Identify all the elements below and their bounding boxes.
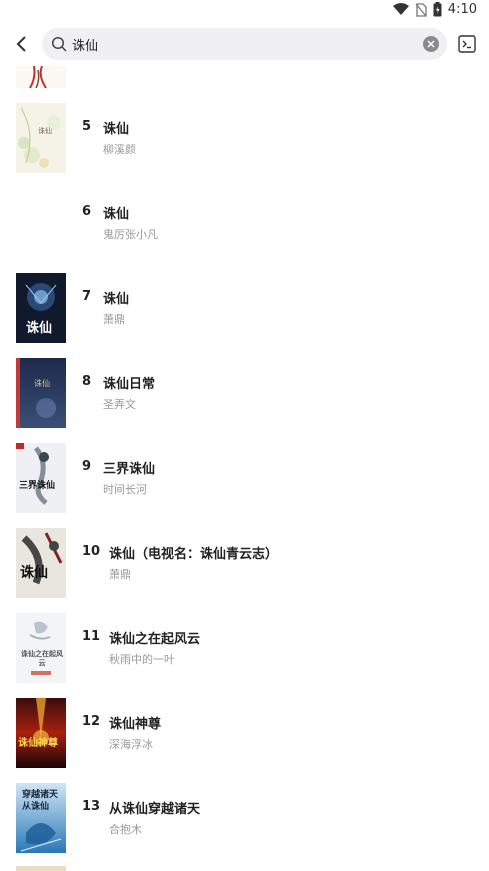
partial-book-cover[interactable] <box>16 66 66 88</box>
clear-search-button[interactable] <box>423 36 439 52</box>
book-author: 时间长河 <box>103 483 147 496</box>
cover-title-text: 诛仙 <box>20 565 48 581</box>
list-item[interactable]: 诛仙 8 诛仙日常 圣弄文 <box>0 358 489 443</box>
terminal-button[interactable] <box>458 35 476 53</box>
list-item[interactable]: 三界诛仙 9 三界诛仙 时间长河 <box>0 443 489 528</box>
book-cover: 三界诛仙 <box>16 443 66 513</box>
list-item[interactable]: 6 诛仙 鬼厉张小凡 <box>0 188 489 273</box>
rank-number: 9 <box>82 459 92 474</box>
search-icon <box>51 36 67 52</box>
rank-number: 5 <box>82 119 92 134</box>
status-icons: 4:10 <box>392 2 477 17</box>
search-box[interactable] <box>42 28 447 60</box>
book-cover: 穿越诸天 从诛仙 <box>16 783 66 853</box>
clear-icon <box>427 40 435 48</box>
battery-icon <box>433 2 442 17</box>
cover-title-text: 诛仙神尊 <box>18 738 58 749</box>
book-author: 柳溪颜 <box>103 143 136 156</box>
back-arrow-icon <box>16 36 26 52</box>
book-author: 圣弄文 <box>103 398 136 411</box>
search-bar-row <box>0 26 489 62</box>
book-author: 秋雨中的一叶 <box>109 653 175 666</box>
book-author: 深海浮冰 <box>109 738 153 751</box>
list-item[interactable]: 诛仙 10 诛仙（电视名：诛仙青云志） 萧鼎 <box>0 528 489 613</box>
book-title: 三界诛仙 <box>103 462 156 477</box>
wifi-icon <box>392 3 409 16</box>
list-item[interactable]: 诛仙 5 诛仙 柳溪颜 <box>0 103 489 188</box>
book-author: 萧鼎 <box>103 313 125 326</box>
list-item[interactable]: 诛仙 7 诛仙 萧鼎 <box>0 273 489 358</box>
rank-number: 12 <box>82 714 101 729</box>
clock-time: 4:10 <box>447 2 477 17</box>
book-cover: 诛仙之在起风云 <box>16 613 66 683</box>
book-title: 诛仙 <box>103 207 130 222</box>
rank-number: 10 <box>82 544 101 559</box>
list-item[interactable]: 诛仙神尊 12 诛仙神尊 深海浮冰 <box>0 698 489 783</box>
book-author: 鬼厉张小凡 <box>103 228 158 241</box>
search-input[interactable] <box>72 28 412 60</box>
cover-title-text: 三界诛仙 <box>19 481 56 491</box>
list-item[interactable]: 穿越诸天 从诛仙 13 从诛仙穿越诸天 合抱木 <box>0 783 489 868</box>
book-title: 诛仙日常 <box>103 377 156 392</box>
book-cover: 诛仙 <box>16 358 66 428</box>
book-author: 合抱木 <box>109 823 142 836</box>
rank-number: 8 <box>82 374 92 389</box>
book-cover: 诛仙 <box>16 103 66 173</box>
book-title: 诛仙神尊 <box>109 717 162 732</box>
book-title: 诛仙 <box>103 292 130 307</box>
book-author: 萧鼎 <box>109 568 131 581</box>
book-cover: 诛仙神尊 <box>16 698 66 768</box>
cover-title-text: 诛仙之在起风云 <box>21 649 63 667</box>
svg-text:诛仙: 诛仙 <box>34 378 50 388</box>
book-cover: 诛仙 <box>16 273 66 343</box>
rank-number: 6 <box>82 204 92 219</box>
book-title: 诛仙 <box>103 122 130 137</box>
rank-number: 7 <box>82 289 92 304</box>
book-title: 诛仙（电视名：诛仙青云志） <box>109 547 279 562</box>
rank-number: 11 <box>82 629 101 644</box>
svg-text:诛仙: 诛仙 <box>38 126 52 135</box>
book-cover: 诛仙 <box>16 528 66 598</box>
cover-title-text: 穿越诸天 从诛仙 <box>22 790 59 812</box>
rank-number: 13 <box>82 799 101 814</box>
back-button[interactable] <box>10 30 34 58</box>
partial-book-cover[interactable] <box>16 866 66 871</box>
status-bar: 4:10 <box>0 0 489 22</box>
terminal-icon <box>458 35 476 53</box>
no-sim-icon <box>415 2 427 17</box>
book-title: 诛仙之在起风云 <box>109 632 201 647</box>
list-item[interactable]: 诛仙之在起风云 11 诛仙之在起风云 秋雨中的一叶 <box>0 613 489 698</box>
cover-title-text: 诛仙 <box>26 321 53 336</box>
book-title: 从诛仙穿越诸天 <box>109 802 201 817</box>
